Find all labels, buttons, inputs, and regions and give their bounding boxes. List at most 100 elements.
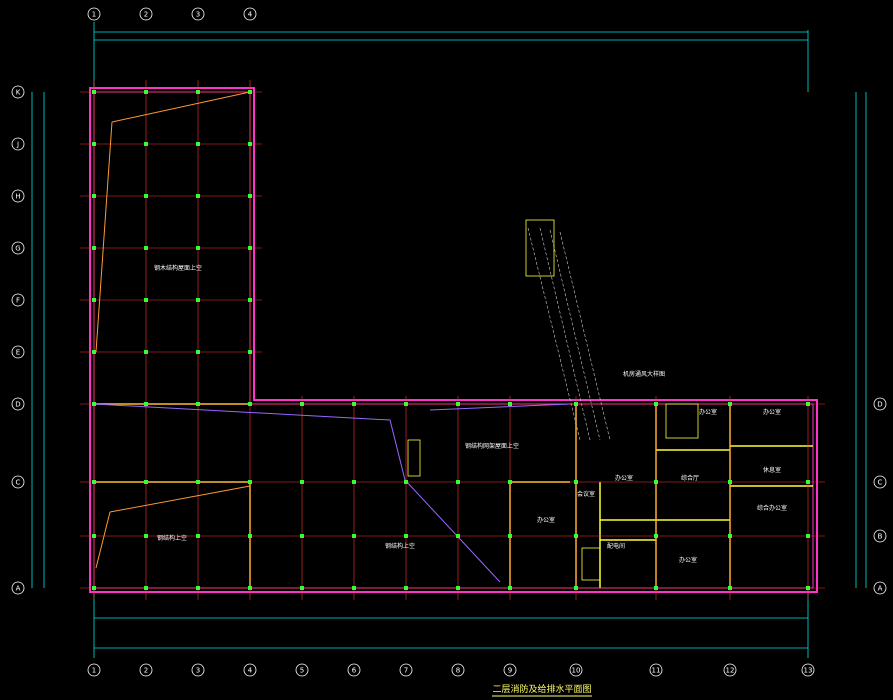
column-marker [728,402,732,406]
column-marker [196,350,200,354]
column-marker [456,480,460,484]
column-marker [92,534,96,538]
column-marker [144,90,148,94]
axis-bubble-bottom-11: 11 [649,663,663,677]
column-marker [574,534,578,538]
room-label-r4: 钢结构网架屋面上空 [465,442,519,450]
svg-text:C: C [16,479,21,487]
svg-text:C: C [878,479,883,487]
column-marker [574,480,578,484]
column-marker [144,194,148,198]
room-label-r9: 办公室 [679,556,697,564]
axis-bubble-bottom-13: 13 [801,663,815,677]
svg-text:13: 13 [804,667,813,675]
column-marker [806,586,810,590]
room-label-r7: 办公室 [615,474,633,482]
column-marker [404,480,408,484]
column-marker [248,298,252,302]
column-marker [92,350,96,354]
room-label-r15: 机房通风大样图 [623,370,665,378]
column-marker [728,480,732,484]
svg-text:2: 2 [144,667,148,675]
column-marker [144,142,148,146]
svg-text:A: A [16,585,21,593]
svg-text:A: A [878,585,883,593]
room-label-r8: 综合厅 [681,474,699,482]
svg-text:D: D [15,401,20,409]
column-marker [404,586,408,590]
column-marker [248,534,252,538]
column-marker [806,480,810,484]
svg-text:9: 9 [508,667,512,675]
column-marker [248,480,252,484]
svg-text:3: 3 [196,11,200,19]
room-label-r1: 钢木结构屋面上空 [154,264,202,272]
column-marker [456,402,460,406]
svg-text:11: 11 [652,667,661,675]
column-marker [92,194,96,198]
column-marker [654,534,658,538]
column-marker [806,402,810,406]
column-marker [508,402,512,406]
column-marker [300,402,304,406]
room-label-r3: 钢结构上空 [385,542,415,550]
column-marker [404,402,408,406]
svg-text:E: E [16,349,20,357]
svg-text:F: F [16,297,20,305]
column-marker [456,586,460,590]
column-marker [144,246,148,250]
svg-text:1: 1 [92,11,96,19]
room-label-r12: 休息室 [763,466,781,474]
floor-plan-drawing: 钢木结构屋面上空钢结构上空钢结构上空钢结构网架屋面上空办公室会议室办公室 综合厅办… [0,0,893,700]
drawing-title: 二层消防及给排水平面图 [492,683,591,695]
column-marker [92,142,96,146]
column-marker [196,90,200,94]
room-label-r14: 配电间 [607,542,625,550]
drawing-background [0,0,893,700]
svg-text:4: 4 [248,11,253,19]
column-marker [248,586,252,590]
column-marker [728,586,732,590]
svg-text:8: 8 [456,667,460,675]
column-marker [196,246,200,250]
column-marker [300,534,304,538]
column-marker [144,350,148,354]
column-marker [248,90,252,94]
svg-text:J: J [16,141,19,149]
column-marker [352,402,356,406]
column-marker [196,586,200,590]
svg-text:10: 10 [572,667,581,675]
column-marker [144,298,148,302]
column-marker [456,534,460,538]
column-marker [352,480,356,484]
column-marker [196,480,200,484]
room-label-r2: 钢结构上空 [157,534,187,542]
column-marker [196,142,200,146]
svg-text:2: 2 [144,11,148,19]
column-marker [728,534,732,538]
column-marker [654,402,658,406]
svg-text:H: H [15,193,20,201]
column-marker [248,350,252,354]
column-marker [352,586,356,590]
column-marker [144,402,148,406]
column-marker [144,586,148,590]
column-marker [300,480,304,484]
column-marker [144,534,148,538]
column-marker [196,534,200,538]
svg-text:3: 3 [196,667,200,675]
svg-text:7: 7 [404,667,408,675]
room-label-r5: 办公室 [537,516,555,524]
column-marker [92,480,96,484]
column-marker [806,534,810,538]
column-marker [92,586,96,590]
column-marker [654,480,658,484]
column-marker [248,142,252,146]
room-label-r11: 办公室 [763,408,781,416]
column-marker [574,402,578,406]
column-marker [352,534,356,538]
room-label-r10: 办公室 [699,408,717,416]
column-marker [248,402,252,406]
column-marker [196,402,200,406]
svg-text:6: 6 [352,667,357,675]
